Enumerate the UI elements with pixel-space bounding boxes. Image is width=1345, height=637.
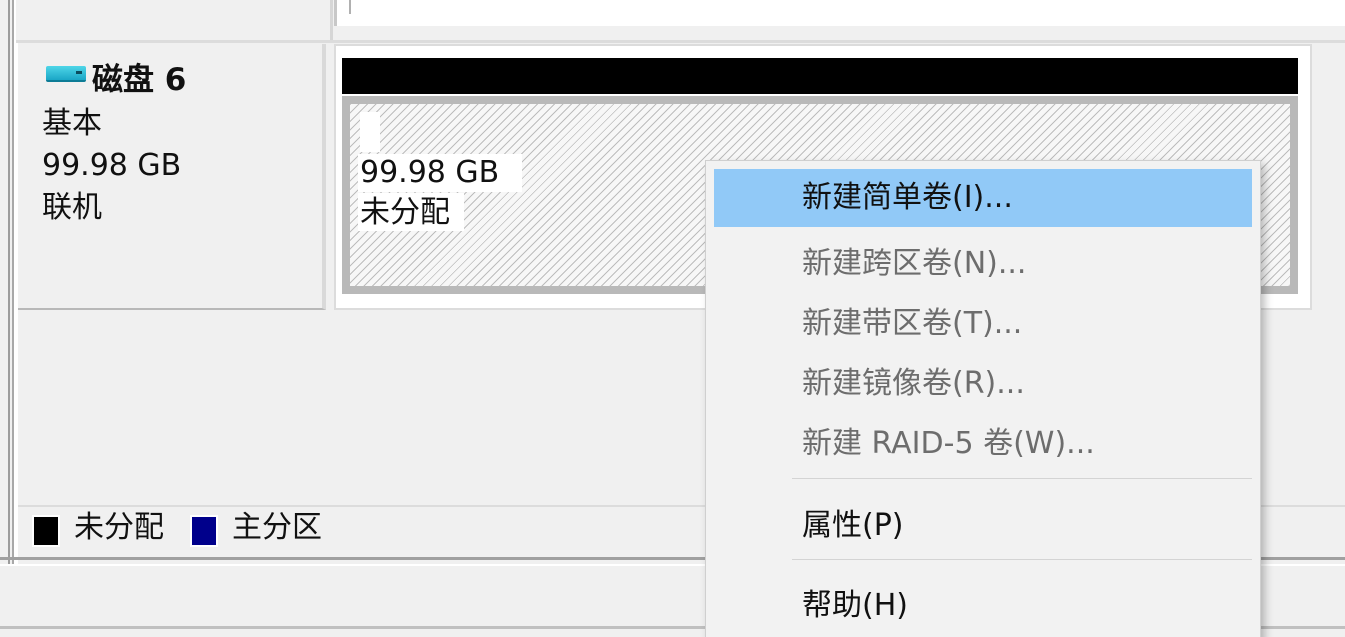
disk-management-window: 磁盘 6 基本 99.98 GB 联机 99.98 GB 未分配 未分配 主分区… bbox=[0, 0, 1345, 637]
volume-size: 99.98 GB bbox=[360, 155, 500, 190]
legend-primary-label: 主分区 bbox=[232, 510, 322, 545]
legend-primary-swatch bbox=[190, 515, 218, 547]
menu-separator bbox=[792, 559, 1252, 560]
disk-size: 99.98 GB bbox=[42, 148, 182, 183]
volume-status: 未分配 bbox=[360, 195, 450, 230]
menu-new-simple-volume[interactable]: 新建简单卷(I)... bbox=[714, 169, 1252, 227]
volume-header-bar bbox=[342, 58, 1298, 94]
legend-unallocated-label: 未分配 bbox=[74, 510, 164, 545]
previous-disk-volume-area bbox=[334, 0, 1345, 26]
previous-disk-info-panel bbox=[16, 0, 333, 40]
disk-type: 基本 bbox=[42, 106, 102, 141]
menu-new-striped-volume[interactable]: 新建带区卷(T)... bbox=[714, 295, 1252, 353]
window-left-border bbox=[0, 0, 10, 565]
menu-properties[interactable]: 属性(P) bbox=[714, 497, 1252, 555]
menu-new-mirrored-volume[interactable]: 新建镜像卷(R)... bbox=[714, 355, 1252, 413]
menu-new-raid5-volume[interactable]: 新建 RAID-5 卷(W)... bbox=[714, 415, 1252, 473]
disk-drive-icon bbox=[46, 66, 86, 82]
menu-separator bbox=[792, 478, 1252, 479]
disk-status: 联机 bbox=[42, 190, 102, 225]
menu-help[interactable]: 帮助(H) bbox=[714, 577, 1252, 635]
menu-new-spanned-volume[interactable]: 新建跨区卷(N)... bbox=[714, 235, 1252, 293]
row-separator bbox=[16, 40, 1345, 43]
legend-unallocated-swatch bbox=[32, 515, 60, 547]
context-menu: 新建简单卷(I)... 新建跨区卷(N)... 新建带区卷(T)... 新建镜像… bbox=[705, 160, 1261, 637]
volume-label-tab bbox=[360, 112, 380, 152]
disk-name: 磁盘 6 bbox=[92, 62, 187, 98]
